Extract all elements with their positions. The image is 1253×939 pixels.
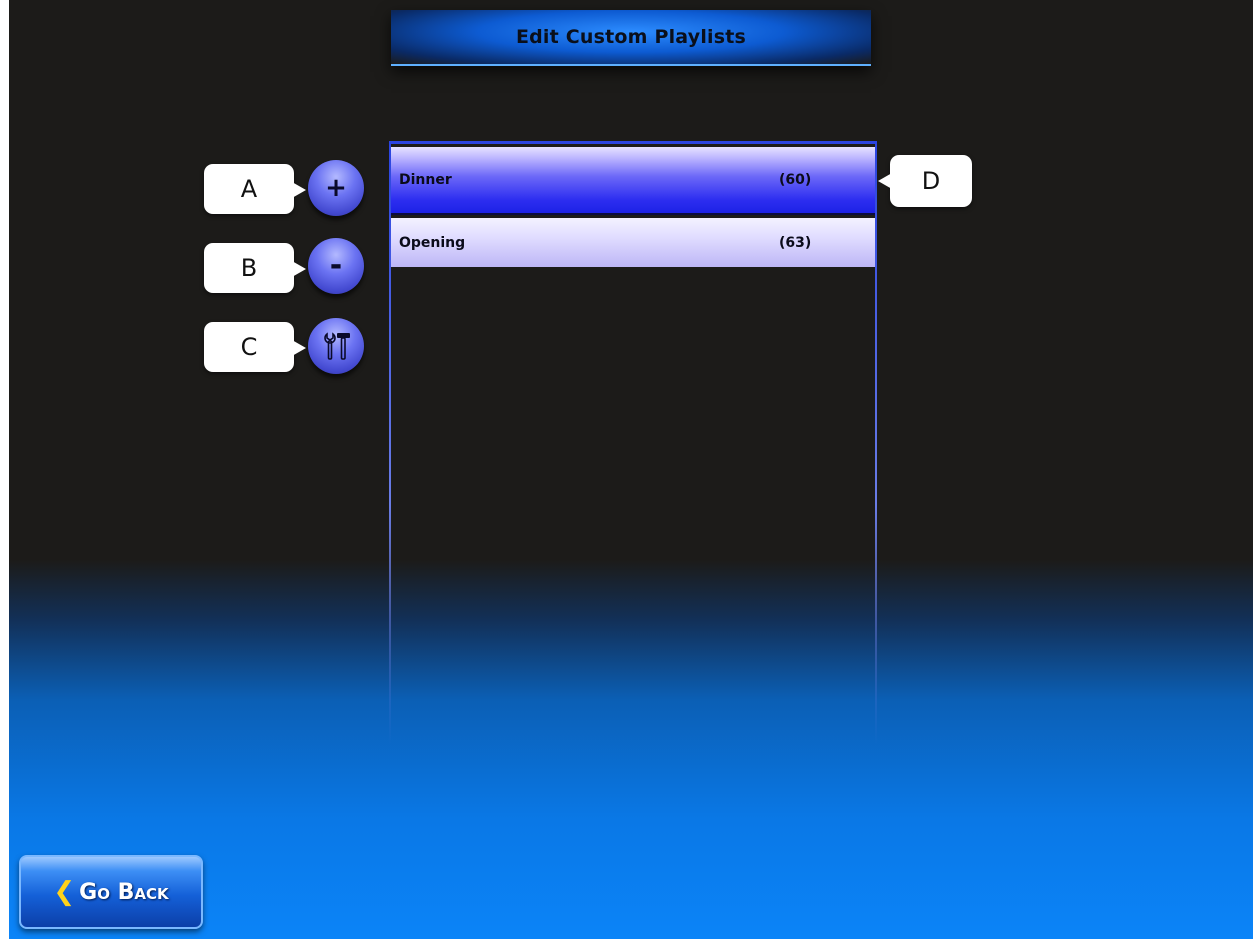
minus-icon: - xyxy=(329,248,343,283)
playlist-row[interactable]: Opening (63) xyxy=(391,218,875,267)
tools-icon xyxy=(324,332,350,360)
playlist-count: (60) xyxy=(779,172,812,188)
callout-b: B xyxy=(204,243,306,293)
callout-c-label: C xyxy=(240,333,258,361)
callout-c: C xyxy=(204,322,306,372)
callout-b-label: B xyxy=(240,254,258,282)
playlist-name: Opening xyxy=(399,234,466,251)
go-back-button[interactable]: ❮ Go Back xyxy=(19,855,203,929)
callout-a-label: A xyxy=(240,175,258,203)
app-screen: Edit Custom Playlists + - A B C D Dinner… xyxy=(9,0,1253,939)
chevron-left-icon: ❮ xyxy=(53,877,76,907)
title-bar: Edit Custom Playlists xyxy=(391,10,871,66)
go-back-label: Go Back xyxy=(79,879,169,905)
callout-a: A xyxy=(204,164,306,214)
playlist-count: (63) xyxy=(779,234,812,251)
callout-d-label: D xyxy=(921,167,941,195)
page-title: Edit Custom Playlists xyxy=(515,26,747,48)
playlist-list: Dinner (60) Opening (63) xyxy=(389,141,877,744)
playlist-row-selected[interactable]: Dinner (60) xyxy=(391,147,875,215)
edit-playlist-button[interactable] xyxy=(308,318,364,374)
callout-d: D xyxy=(878,155,972,207)
playlist-name: Dinner xyxy=(399,172,452,188)
add-playlist-button[interactable]: + xyxy=(308,160,364,216)
plus-icon: + xyxy=(325,173,347,203)
remove-playlist-button[interactable]: - xyxy=(308,238,364,294)
